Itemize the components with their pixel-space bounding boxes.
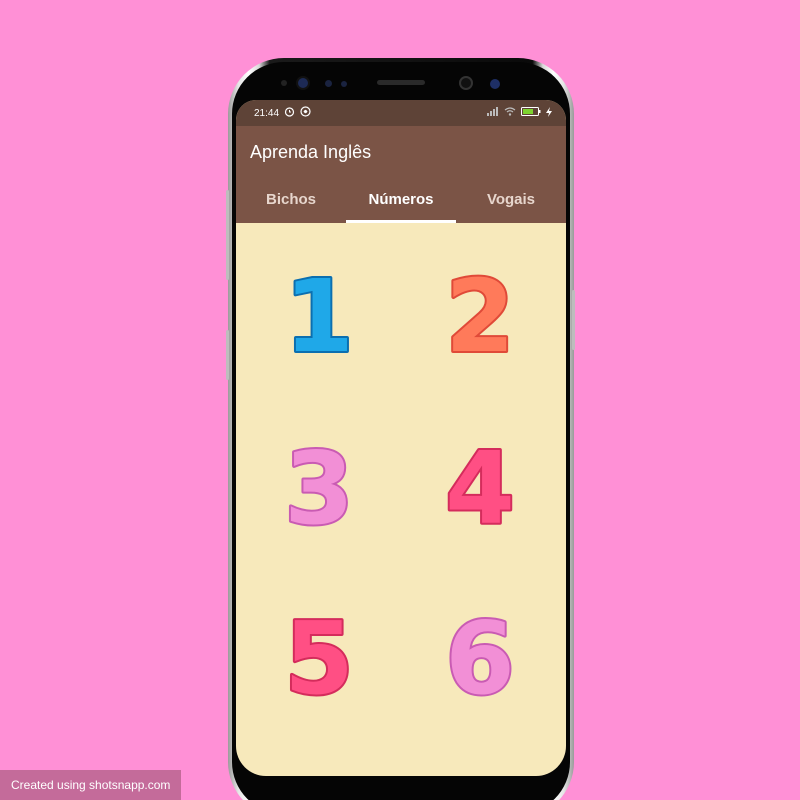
iris-sensor-icon [325, 80, 332, 87]
number-6-button[interactable]: 6 [425, 595, 535, 719]
number-3-button[interactable]: 3 [264, 425, 374, 549]
front-camera-icon [296, 76, 310, 90]
tab-label: Números [368, 191, 434, 208]
number-2-glyph: 2 [445, 258, 515, 375]
signal-icon [487, 107, 499, 119]
watermark-label: Created using shotsnapp.com [0, 770, 181, 800]
iris-camera-icon [459, 76, 473, 90]
iris-led-icon [490, 79, 500, 89]
charging-icon [546, 106, 552, 120]
tab-label: Bichos [265, 191, 316, 208]
number-1-button[interactable]: 1 [264, 253, 374, 377]
app-notification-icon [300, 106, 311, 120]
status-bar: 21:44 [236, 100, 566, 126]
tab-label: Vogais [486, 191, 536, 208]
alarm-icon [284, 106, 295, 120]
number-4-glyph: 4 [445, 430, 515, 547]
battery-level [523, 109, 533, 114]
tab-vogais[interactable]: Vogais [456, 175, 566, 223]
app-title: Aprenda Inglês [250, 142, 372, 162]
phone-side-button-left [226, 190, 229, 280]
phone-screen: 21:44 Aprenda Inglês Bichos Números Voga… [236, 100, 566, 776]
number-5-glyph: 5 [284, 600, 354, 717]
numbers-grid: 1 2 3 4 5 6 [236, 223, 566, 776]
number-6-glyph: 6 [445, 600, 515, 717]
number-5-button[interactable]: 5 [264, 595, 374, 719]
status-right [487, 106, 552, 120]
app-bar: Aprenda Inglês Bichos Números Vogais [236, 126, 566, 223]
tab-bar: Bichos Números Vogais [236, 175, 566, 223]
number-2-button[interactable]: 2 [425, 253, 535, 377]
proximity-sensor-icon [281, 80, 287, 86]
status-left: 21:44 [254, 106, 311, 120]
number-3-glyph: 3 [284, 430, 354, 547]
status-time: 21:44 [254, 107, 280, 119]
tab-bichos[interactable]: Bichos [236, 175, 346, 223]
tab-numeros[interactable]: Números [346, 175, 456, 223]
phone-side-button-left-lower [226, 330, 229, 380]
number-4-button[interactable]: 4 [425, 425, 535, 549]
phone-side-button-right [572, 290, 575, 350]
earpiece-speaker [377, 80, 425, 85]
wifi-icon [504, 107, 516, 119]
light-sensor-icon [341, 81, 347, 87]
battery-icon [521, 107, 541, 119]
number-1-glyph: 1 [284, 258, 354, 375]
